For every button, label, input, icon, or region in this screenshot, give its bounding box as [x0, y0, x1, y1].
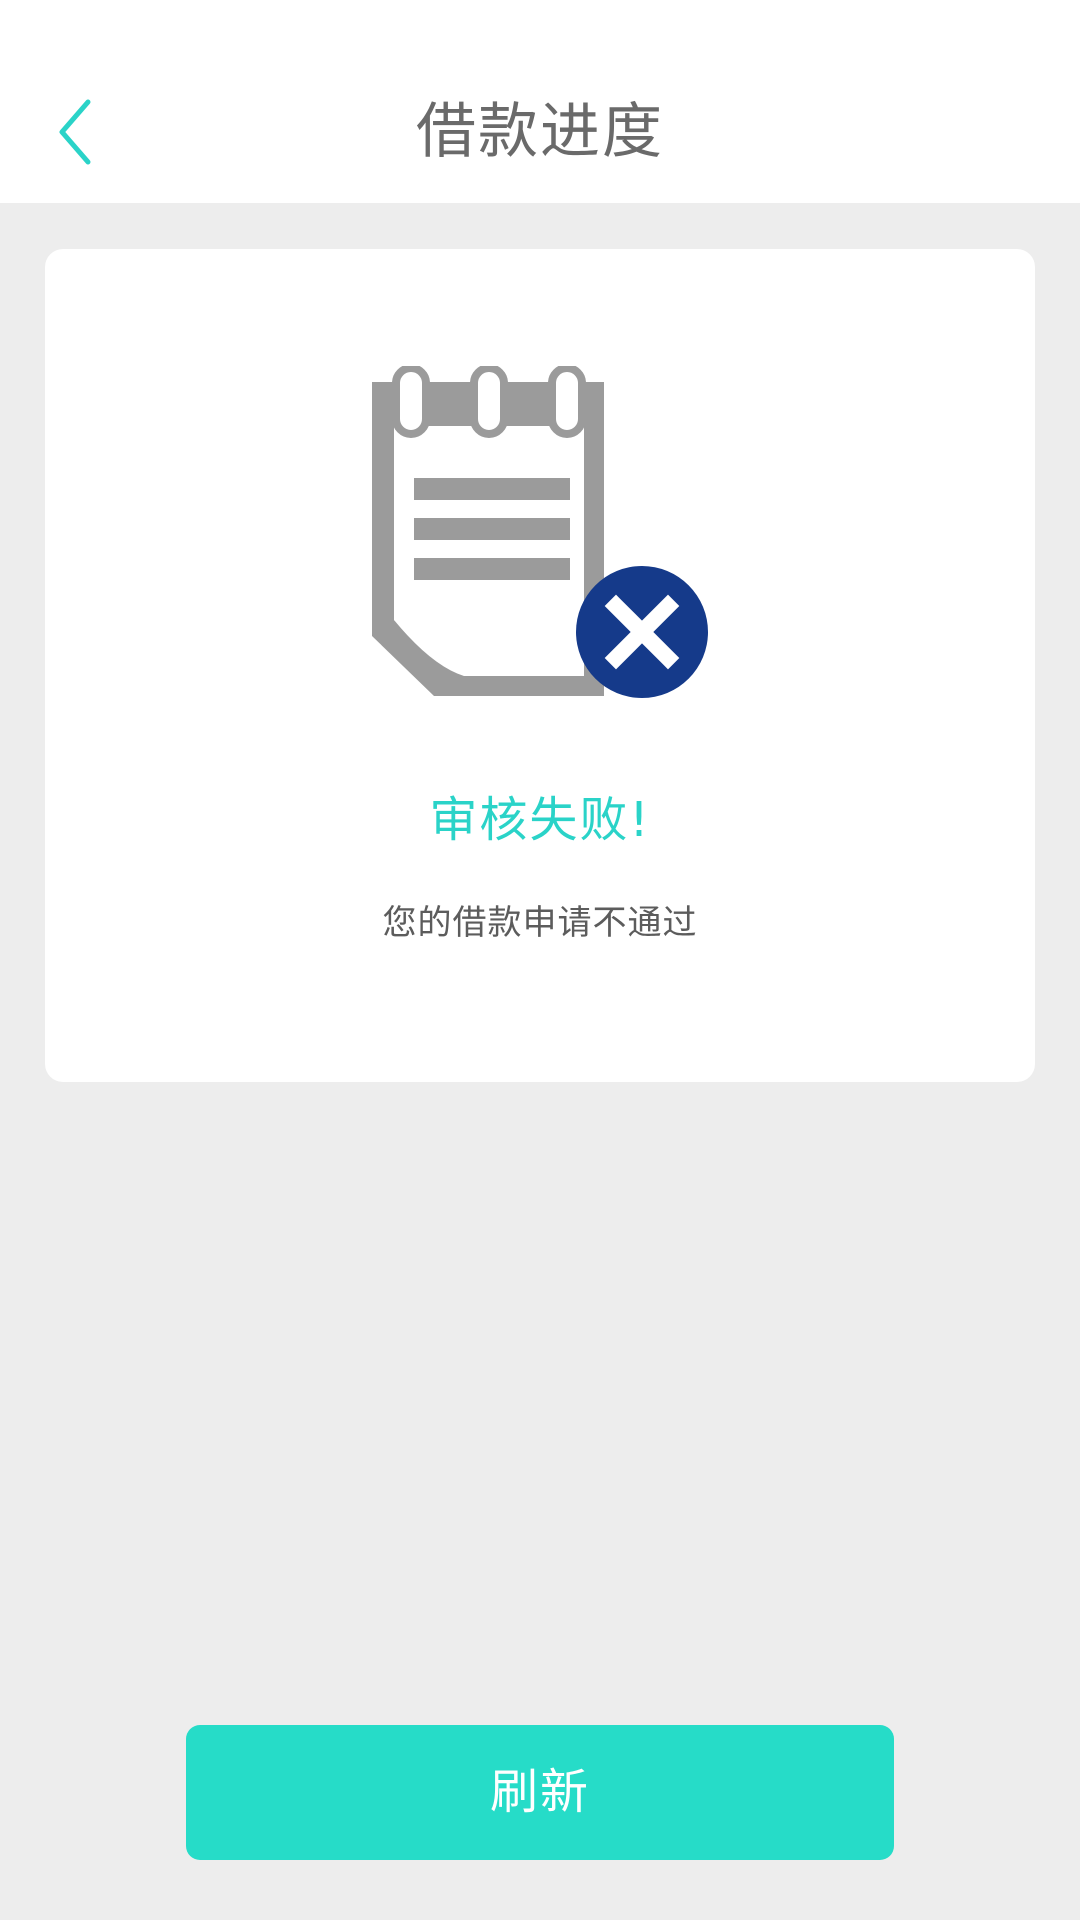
- status-title: 审核失败!: [429, 792, 651, 848]
- loan-progress-screen: 借款进度 审核失败! 您的借款申请不通过 刷新: [0, 0, 1080, 1920]
- page-title: 借款进度: [416, 97, 664, 167]
- notepad-rejected-icon: [372, 366, 708, 698]
- reject-badge-icon: [576, 566, 708, 698]
- status-card: 审核失败! 您的借款申请不通过: [45, 249, 1035, 1082]
- header-bar: 借款进度: [0, 0, 1080, 203]
- refresh-button[interactable]: 刷新: [186, 1725, 894, 1860]
- status-description: 您的借款申请不通过: [382, 903, 698, 943]
